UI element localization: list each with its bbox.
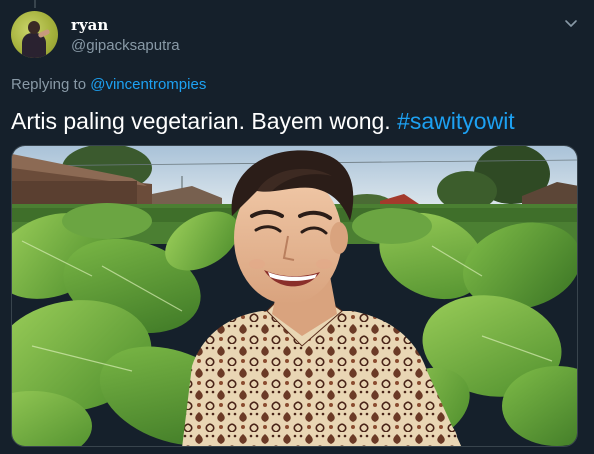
avatar[interactable] bbox=[11, 11, 58, 58]
tweet-text: Artis paling vegetarian. Bayem wong. #sa… bbox=[11, 107, 515, 135]
tweet-card[interactable]: ryan @gipacksaputra Replying to @vincent… bbox=[0, 0, 594, 454]
display-name[interactable]: ryan bbox=[71, 17, 108, 33]
hashtag-link[interactable]: #sawityowit bbox=[397, 108, 515, 134]
thread-connector-line bbox=[34, 0, 36, 8]
user-handle[interactable]: @gipacksaputra bbox=[71, 37, 180, 55]
chevron-down-icon[interactable] bbox=[563, 15, 579, 31]
tweet-text-body: Artis paling vegetarian. Bayem wong. bbox=[11, 108, 391, 134]
tweet-photo[interactable] bbox=[11, 145, 578, 447]
photo-illustration bbox=[12, 146, 577, 446]
replying-to-line: Replying to @vincentrompies bbox=[11, 76, 206, 94]
replying-to-mention-link[interactable]: @vincentrompies bbox=[90, 76, 206, 93]
replying-to-label: Replying to bbox=[11, 76, 87, 93]
